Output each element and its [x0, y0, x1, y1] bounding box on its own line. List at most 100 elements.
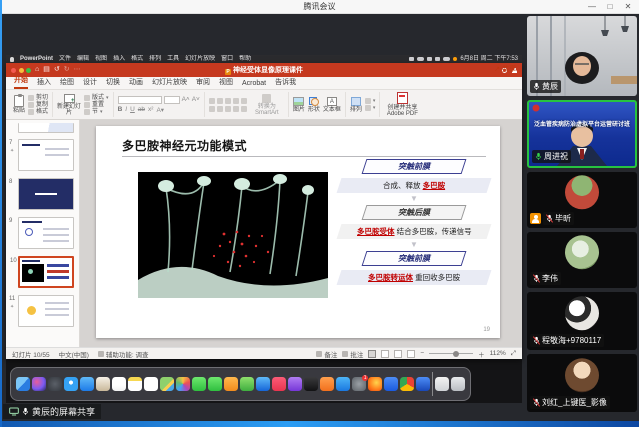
slide-sorter-view-button[interactable]: [381, 350, 389, 358]
mac-menu-item[interactable]: 视图: [95, 55, 107, 63]
superscript-button[interactable]: x²: [148, 106, 153, 113]
ribbon-tab[interactable]: 开始: [14, 75, 28, 89]
mac-menu-item[interactable]: 编辑: [77, 55, 89, 63]
comments-button[interactable]: 批注: [342, 349, 363, 359]
notes-button[interactable]: 备注: [316, 349, 337, 359]
columns-icon[interactable]: [241, 106, 247, 112]
slide-thumb-8[interactable]: 8: [18, 178, 74, 210]
font-size-select[interactable]: [164, 96, 180, 104]
maximize-button[interactable]: □: [601, 0, 619, 14]
ribbon-tab[interactable]: 动画: [129, 77, 143, 89]
bold-button[interactable]: B: [118, 106, 123, 113]
ribbon-tab[interactable]: 告诉我: [275, 77, 296, 89]
zoom-slider-knob[interactable]: [453, 351, 459, 357]
word-icon[interactable]: [416, 377, 430, 391]
arrange-button[interactable]: 排列: [350, 97, 362, 113]
layout-button[interactable]: 版式▾: [84, 95, 109, 101]
participant-tile-video-speaking[interactable]: 泛血管疾病防治虚拟平台运营研讨班 周进祝: [527, 100, 637, 168]
undo-icon[interactable]: ↺: [54, 63, 60, 77]
cut-button[interactable]: 剪切: [28, 95, 48, 101]
shapes-button[interactable]: 形状: [308, 97, 320, 113]
slideshow-button[interactable]: [407, 350, 415, 358]
mac-menu-item[interactable]: 工具: [167, 55, 179, 63]
participant-tile-avatar[interactable]: 程敬海+9780117: [527, 292, 637, 350]
align-left-icon[interactable]: [209, 106, 215, 112]
indent-decrease-icon[interactable]: [225, 98, 231, 104]
mac-menu-item[interactable]: 窗口: [221, 55, 233, 63]
normal-view-button[interactable]: [368, 350, 376, 358]
slide-thumb-partial[interactable]: [18, 123, 74, 133]
align-center-icon[interactable]: [217, 106, 223, 112]
finder-icon[interactable]: [16, 377, 30, 391]
safari-icon[interactable]: [64, 377, 78, 391]
section-button[interactable]: 节▾: [84, 109, 103, 115]
ribbon-share-button[interactable]: ↗ 共享: [494, 64, 516, 74]
shrink-font-icon[interactable]: A˅: [192, 96, 200, 103]
font-color-button[interactable]: A▾: [156, 106, 164, 114]
ribbon-tab[interactable]: 视图: [219, 77, 233, 89]
participant-tile-avatar[interactable]: 刘红_上键医_影像: [527, 354, 637, 412]
save-icon[interactable]: ▤: [43, 63, 50, 77]
new-slide-button[interactable]: 新建幻灯片: [57, 94, 81, 116]
reminders-icon[interactable]: [144, 377, 158, 391]
mail-icon[interactable]: [80, 377, 94, 391]
participant-tile-avatar[interactable]: 毕昕: [527, 172, 637, 228]
ribbon-tab[interactable]: 插入: [37, 77, 51, 89]
system-settings-icon[interactable]: 1: [352, 377, 366, 391]
line-spacing-icon[interactable]: [241, 98, 247, 104]
meeting-app-icon[interactable]: [384, 377, 398, 391]
italic-button[interactable]: I: [125, 106, 127, 113]
battery-icon[interactable]: [409, 57, 414, 61]
minimize-button[interactable]: —: [583, 0, 601, 14]
maps-icon[interactable]: [160, 377, 174, 391]
adobe-pdf-button[interactable]: 创建并共享 Adobe PDF: [384, 92, 420, 117]
zoom-percent[interactable]: 112%: [490, 350, 506, 357]
format-painter-button[interactable]: 格式: [28, 109, 48, 115]
apple-menu-icon[interactable]: [10, 57, 14, 62]
slide-thumb-9[interactable]: 9: [18, 217, 74, 249]
textbox-button[interactable]: A 文本框: [323, 97, 341, 113]
reading-view-button[interactable]: [394, 350, 402, 358]
zoom-slider[interactable]: [429, 353, 473, 354]
input-method-icon[interactable]: [417, 57, 424, 61]
language-indicator[interactable]: 中文(中国): [59, 349, 89, 359]
smartart-button[interactable]: 转换为 SmartArt: [250, 94, 284, 116]
current-slide[interactable]: 多巴胺神经元功能模式: [96, 126, 500, 338]
keynote-icon[interactable]: [256, 377, 270, 391]
mac-app-name[interactable]: PowerPoint: [20, 55, 53, 63]
participant-tile-video[interactable]: 黄辰: [527, 16, 637, 96]
slide-thumb-10-current[interactable]: 10: [18, 256, 74, 288]
more-commands-icon[interactable]: ⋯: [74, 63, 81, 77]
mac-zoom-icon[interactable]: [26, 68, 31, 73]
font-name-select[interactable]: [118, 96, 162, 104]
mac-menu-item[interactable]: 格式: [131, 55, 143, 63]
ribbon-tab[interactable]: 绘图: [60, 77, 74, 89]
messages-icon[interactable]: [192, 377, 206, 391]
close-button[interactable]: ✕: [619, 0, 637, 14]
grow-font-icon[interactable]: A˄: [182, 96, 190, 103]
picture-button[interactable]: 图片: [293, 97, 305, 113]
siri-icon[interactable]: [32, 377, 46, 391]
control-center-icon[interactable]: [443, 57, 450, 61]
ribbon-tab[interactable]: 切换: [106, 77, 120, 89]
books-icon[interactable]: [320, 377, 334, 391]
bullets-icon[interactable]: [209, 98, 215, 104]
tv-icon[interactable]: [304, 377, 318, 391]
zoom-out-button[interactable]: −: [420, 350, 424, 357]
numbering-icon[interactable]: [217, 98, 223, 104]
trash-icon[interactable]: [451, 377, 465, 391]
accessibility-status[interactable]: 辅助功能: 调查: [98, 349, 149, 359]
ribbon-tab[interactable]: 审阅: [196, 77, 210, 89]
calendar-icon[interactable]: [112, 377, 126, 391]
music-icon[interactable]: [272, 377, 286, 391]
slide-counter[interactable]: 幻灯片 10/55: [12, 349, 50, 359]
slide-thumb-7[interactable]: 7 ✦: [18, 139, 74, 171]
ribbon-tab[interactable]: Acrobat: [242, 80, 266, 89]
paste-button[interactable]: 粘贴: [13, 95, 25, 114]
reset-button[interactable]: 重置: [84, 102, 104, 108]
indent-increase-icon[interactable]: [233, 98, 239, 104]
chrome-icon[interactable]: [400, 377, 414, 391]
photos-icon[interactable]: [176, 377, 190, 391]
facetime-icon[interactable]: [208, 377, 222, 391]
quick-style-row2[interactable]: ▾: [365, 105, 376, 111]
